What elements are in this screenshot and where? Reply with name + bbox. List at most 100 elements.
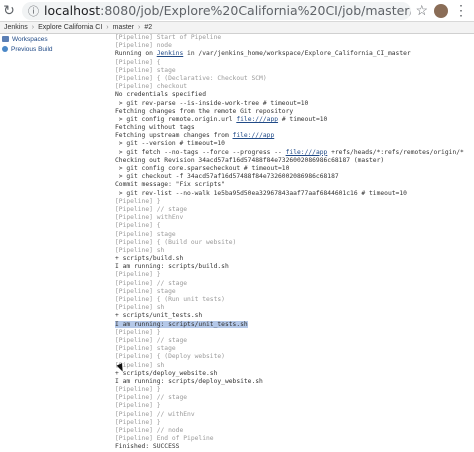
console-line: [Pipeline] { <box>115 59 474 67</box>
browser-menu-icon[interactable]: ⋮ <box>454 2 468 19</box>
sidebar-item-workspaces[interactable]: Workspaces <box>0 34 80 44</box>
console-line: [Pipeline] // stage <box>115 394 474 402</box>
console-text: [Pipeline] // withEnv <box>115 410 195 418</box>
console-line: Checking out Revision 34acd57af16d57488f… <box>115 157 474 165</box>
url-host: localhost <box>44 3 101 18</box>
console-line: [Pipeline] // node <box>115 427 474 435</box>
console-line: [Pipeline] sh <box>115 247 474 255</box>
console-text: [Pipeline] checkout <box>115 83 188 91</box>
console-line: [Pipeline] } <box>115 329 474 337</box>
console-text: I am running: scripts/build.sh <box>115 263 229 271</box>
console-text: + scripts/deploy_website.sh <box>115 369 218 377</box>
console-line: [Pipeline] Start of Pipeline <box>115 34 474 42</box>
console-line: + scripts/deploy_website.sh <box>115 370 474 378</box>
console-line: [Pipeline] { (Deploy website) <box>115 353 474 361</box>
console-text: + scripts/build.sh <box>115 255 184 263</box>
console-line: [Pipeline] } <box>115 386 474 394</box>
console-link[interactable]: Jenkins <box>157 50 184 57</box>
console-text: Running on <box>115 50 157 58</box>
breadcrumb-job[interactable]: Explore California CI <box>34 24 106 31</box>
console-text: # timeout=10 <box>278 115 328 123</box>
console-text: [Pipeline] // stage <box>115 205 188 213</box>
console-text: [Pipeline] stage <box>115 345 176 353</box>
console-link[interactable]: file:///app <box>236 116 278 123</box>
console-text: [Pipeline] } <box>115 386 161 394</box>
console-line: Fetching changes from the remote Git rep… <box>115 108 474 116</box>
console-line: [Pipeline] // stage <box>115 337 474 345</box>
console-text: [Pipeline] { (Deploy website) <box>115 353 225 361</box>
console-line: [Pipeline] { <box>115 222 474 230</box>
console-text: +refs/heads/*:refs/remotes/origin/* <box>327 148 464 156</box>
console-text: [Pipeline] } <box>115 418 161 426</box>
console-line: [Pipeline] stage <box>115 345 474 353</box>
console-text: Fetching upstream changes from <box>115 132 233 140</box>
console-line: [Pipeline] node <box>115 42 474 50</box>
console-line: [Pipeline] } <box>115 198 474 206</box>
console-link[interactable]: file:///app <box>233 132 275 139</box>
folder-icon <box>2 36 9 42</box>
console-text: I am running: scripts/deploy_website.sh <box>115 377 263 385</box>
console-text: [Pipeline] sh <box>115 304 165 312</box>
reload-icon[interactable]: ↻ <box>0 2 18 20</box>
console-text: [Pipeline] } <box>115 197 161 205</box>
site-info-icon[interactable]: ⓘ <box>28 3 39 19</box>
console-text: [Pipeline] } <box>115 271 161 279</box>
console-text: [Pipeline] { <box>115 58 161 66</box>
console-line: Fetching without tags <box>115 124 474 132</box>
console-text: [Pipeline] { (Declarative: Checkout SCM) <box>115 74 267 82</box>
console-line: > git --version # timeout=10 <box>115 140 474 148</box>
console-line: Fetching upstream changes from file:///a… <box>115 132 474 140</box>
breadcrumb-build[interactable]: #2 <box>140 24 156 31</box>
console-line: [Pipeline] // withEnv <box>115 411 474 419</box>
console-text: [Pipeline] node <box>115 42 172 50</box>
console-text: > git fetch --no-tags --force --progress… <box>115 148 286 156</box>
console-line: [Pipeline] stage <box>115 288 474 296</box>
console-text: > git config remote.origin.url <box>115 115 237 123</box>
console-text: No credentials specified <box>115 91 206 99</box>
console-line: + scripts/unit_tests.sh <box>115 312 474 320</box>
console-text: [Pipeline] { (Run unit tests) <box>115 296 225 303</box>
console-text: [Pipeline] // node <box>115 427 184 434</box>
console-text: in /var/jenkins_home/workspace/Explore_C… <box>183 50 411 58</box>
console-line: Finished: SUCCESS <box>115 443 474 451</box>
console-line: [Pipeline] withEnv <box>115 214 474 222</box>
console-line: [Pipeline] checkout <box>115 83 474 91</box>
console-line: [Pipeline] stage <box>115 231 474 239</box>
console-line: [Pipeline] sh <box>115 304 474 312</box>
breadcrumb-branch[interactable]: master <box>109 24 138 31</box>
console-text: Fetching changes from the remote Git rep… <box>115 107 294 115</box>
profile-avatar[interactable] <box>434 3 448 18</box>
console-text: > git rev-parse --is-inside-work-tree # … <box>115 99 309 107</box>
console-line: [Pipeline] } <box>115 402 474 410</box>
console-text: [Pipeline] stage <box>115 287 176 295</box>
breadcrumb-jenkins[interactable]: Jenkins <box>0 24 32 31</box>
address-bar[interactable]: ⓘ localhost:8080/job/Explore%20Californi… <box>22 1 412 20</box>
console-line: I am running: scripts/unit_tests.sh <box>115 320 474 329</box>
console-text: [Pipeline] { (Build our website) <box>115 238 237 246</box>
console-text: [Pipeline] stage <box>115 66 176 74</box>
console-line: [Pipeline] sh <box>115 362 474 370</box>
bookmark-star-icon[interactable]: ☆ <box>415 2 428 19</box>
console-line: > git fetch --no-tags --force --progress… <box>115 149 474 157</box>
console-line: No credentials specified <box>115 91 474 99</box>
console-line: [Pipeline] End of Pipeline <box>115 435 474 443</box>
console-text: + scripts/unit_tests.sh <box>115 312 203 320</box>
console-line: [Pipeline] // stage <box>115 206 474 214</box>
console-line: + scripts/build.sh <box>115 255 474 263</box>
console-link[interactable]: file:///app <box>286 149 328 156</box>
console-text: [Pipeline] End of Pipeline <box>115 435 214 443</box>
console-text: Commit message: "Fix scripts" <box>115 181 225 189</box>
sidebar-item-previous-build[interactable]: Previous Build <box>0 44 80 54</box>
console-line: Commit message: "Fix scripts" <box>115 181 474 189</box>
sidebar: Workspaces Previous Build <box>0 34 80 54</box>
sidebar-item-label: Previous Build <box>11 45 53 53</box>
console-text: > git config core.sparsecheckout # timeo… <box>115 165 290 172</box>
console-text: [Pipeline] sh <box>115 246 165 254</box>
console-line: I am running: scripts/deploy_website.sh <box>115 378 474 386</box>
console-text: [Pipeline] // stage <box>115 336 188 344</box>
sidebar-item-label: Workspaces <box>12 35 48 43</box>
console-text: Checking out Revision 34acd57af16d57488f… <box>115 156 385 164</box>
console-line: > git rev-parse --is-inside-work-tree # … <box>115 100 474 108</box>
breadcrumb: Jenkins › Explore California CI › master… <box>0 22 474 34</box>
console-line: [Pipeline] } <box>115 419 474 427</box>
